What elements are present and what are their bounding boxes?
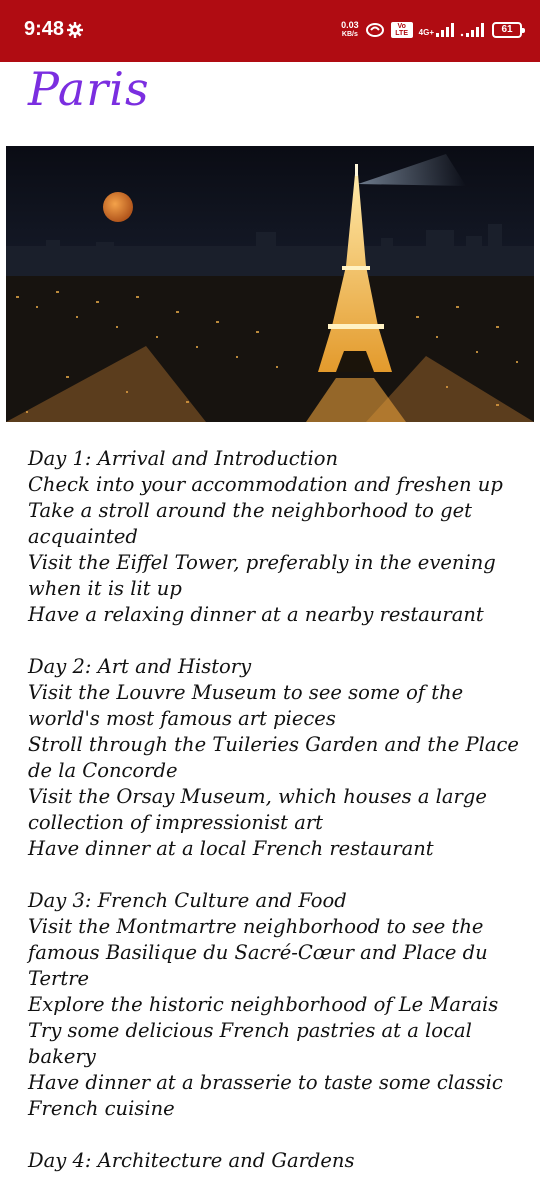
day-heading: Day 1: Arrival and Introduction xyxy=(28,447,339,470)
hotspot-link-icon xyxy=(365,23,384,37)
itinerary-item: Visit the Orsay Museum, which houses a l… xyxy=(28,785,487,834)
network-speed-value: 0.03 xyxy=(341,20,359,30)
itinerary-item: Try some delicious French pastries at a … xyxy=(28,1019,472,1068)
signal-strength-sim2-icon xyxy=(460,23,484,37)
day-block: Day 3: French Culture and Food Visit the… xyxy=(28,888,524,1122)
day-heading: Day 3: French Culture and Food xyxy=(28,889,347,912)
day-heading: Day 2: Art and History xyxy=(28,655,252,678)
signal-strength-icon xyxy=(436,23,454,37)
itinerary-item: Explore the historic neighborhood of Le … xyxy=(28,993,499,1016)
status-indicators: 0.03 KB/s Vo LTE 4G+ 61 xyxy=(341,16,525,44)
day-block: Day 1: Arrival and Introduction Check in… xyxy=(28,446,524,628)
itinerary-item: Have dinner at a brasserie to taste some… xyxy=(28,1071,503,1120)
itinerary-item: Stroll through the Tuileries Garden and … xyxy=(28,733,519,782)
itinerary: Day 1: Arrival and Introduction Check in… xyxy=(28,446,524,1200)
network-speed: 0.03 KB/s xyxy=(341,21,359,39)
hero-image xyxy=(6,146,534,422)
settings-gear-icon xyxy=(67,22,83,38)
status-bar: 9:48 0.03 KB/s Vo LTE 4G+ 61 xyxy=(0,0,540,62)
itinerary-item: Take a stroll around the neighborhood to… xyxy=(28,499,472,548)
network-speed-unit: KB/s xyxy=(341,31,358,38)
itinerary-item: Visit the Louvre Museum to see some of t… xyxy=(28,681,464,730)
paris-night-skyline-image xyxy=(6,146,534,422)
status-time: 9:48 xyxy=(24,18,65,40)
day-block: Day 4: Architecture and Gardens xyxy=(28,1148,524,1174)
itinerary-item: Visit the Eiffel Tower, preferably in th… xyxy=(28,551,496,600)
day-block: Day 2: Art and History Visit the Louvre … xyxy=(28,654,524,862)
itinerary-item: Have dinner at a local French restaurant xyxy=(28,837,434,860)
itinerary-item: Visit the Montmartre neighborhood to see… xyxy=(28,915,488,990)
battery-indicator: 61 xyxy=(492,22,525,38)
network-type: 4G+ xyxy=(418,28,434,37)
signal-group-1: 4G+ xyxy=(419,23,454,37)
itinerary-item: Have a relaxing dinner at a nearby resta… xyxy=(28,603,484,626)
volte-badge: Vo LTE xyxy=(390,22,413,38)
day-heading: Day 4: Architecture and Gardens xyxy=(28,1149,355,1172)
itinerary-item: Check into your accommodation and freshe… xyxy=(28,473,503,496)
page-title: Paris xyxy=(28,62,150,116)
